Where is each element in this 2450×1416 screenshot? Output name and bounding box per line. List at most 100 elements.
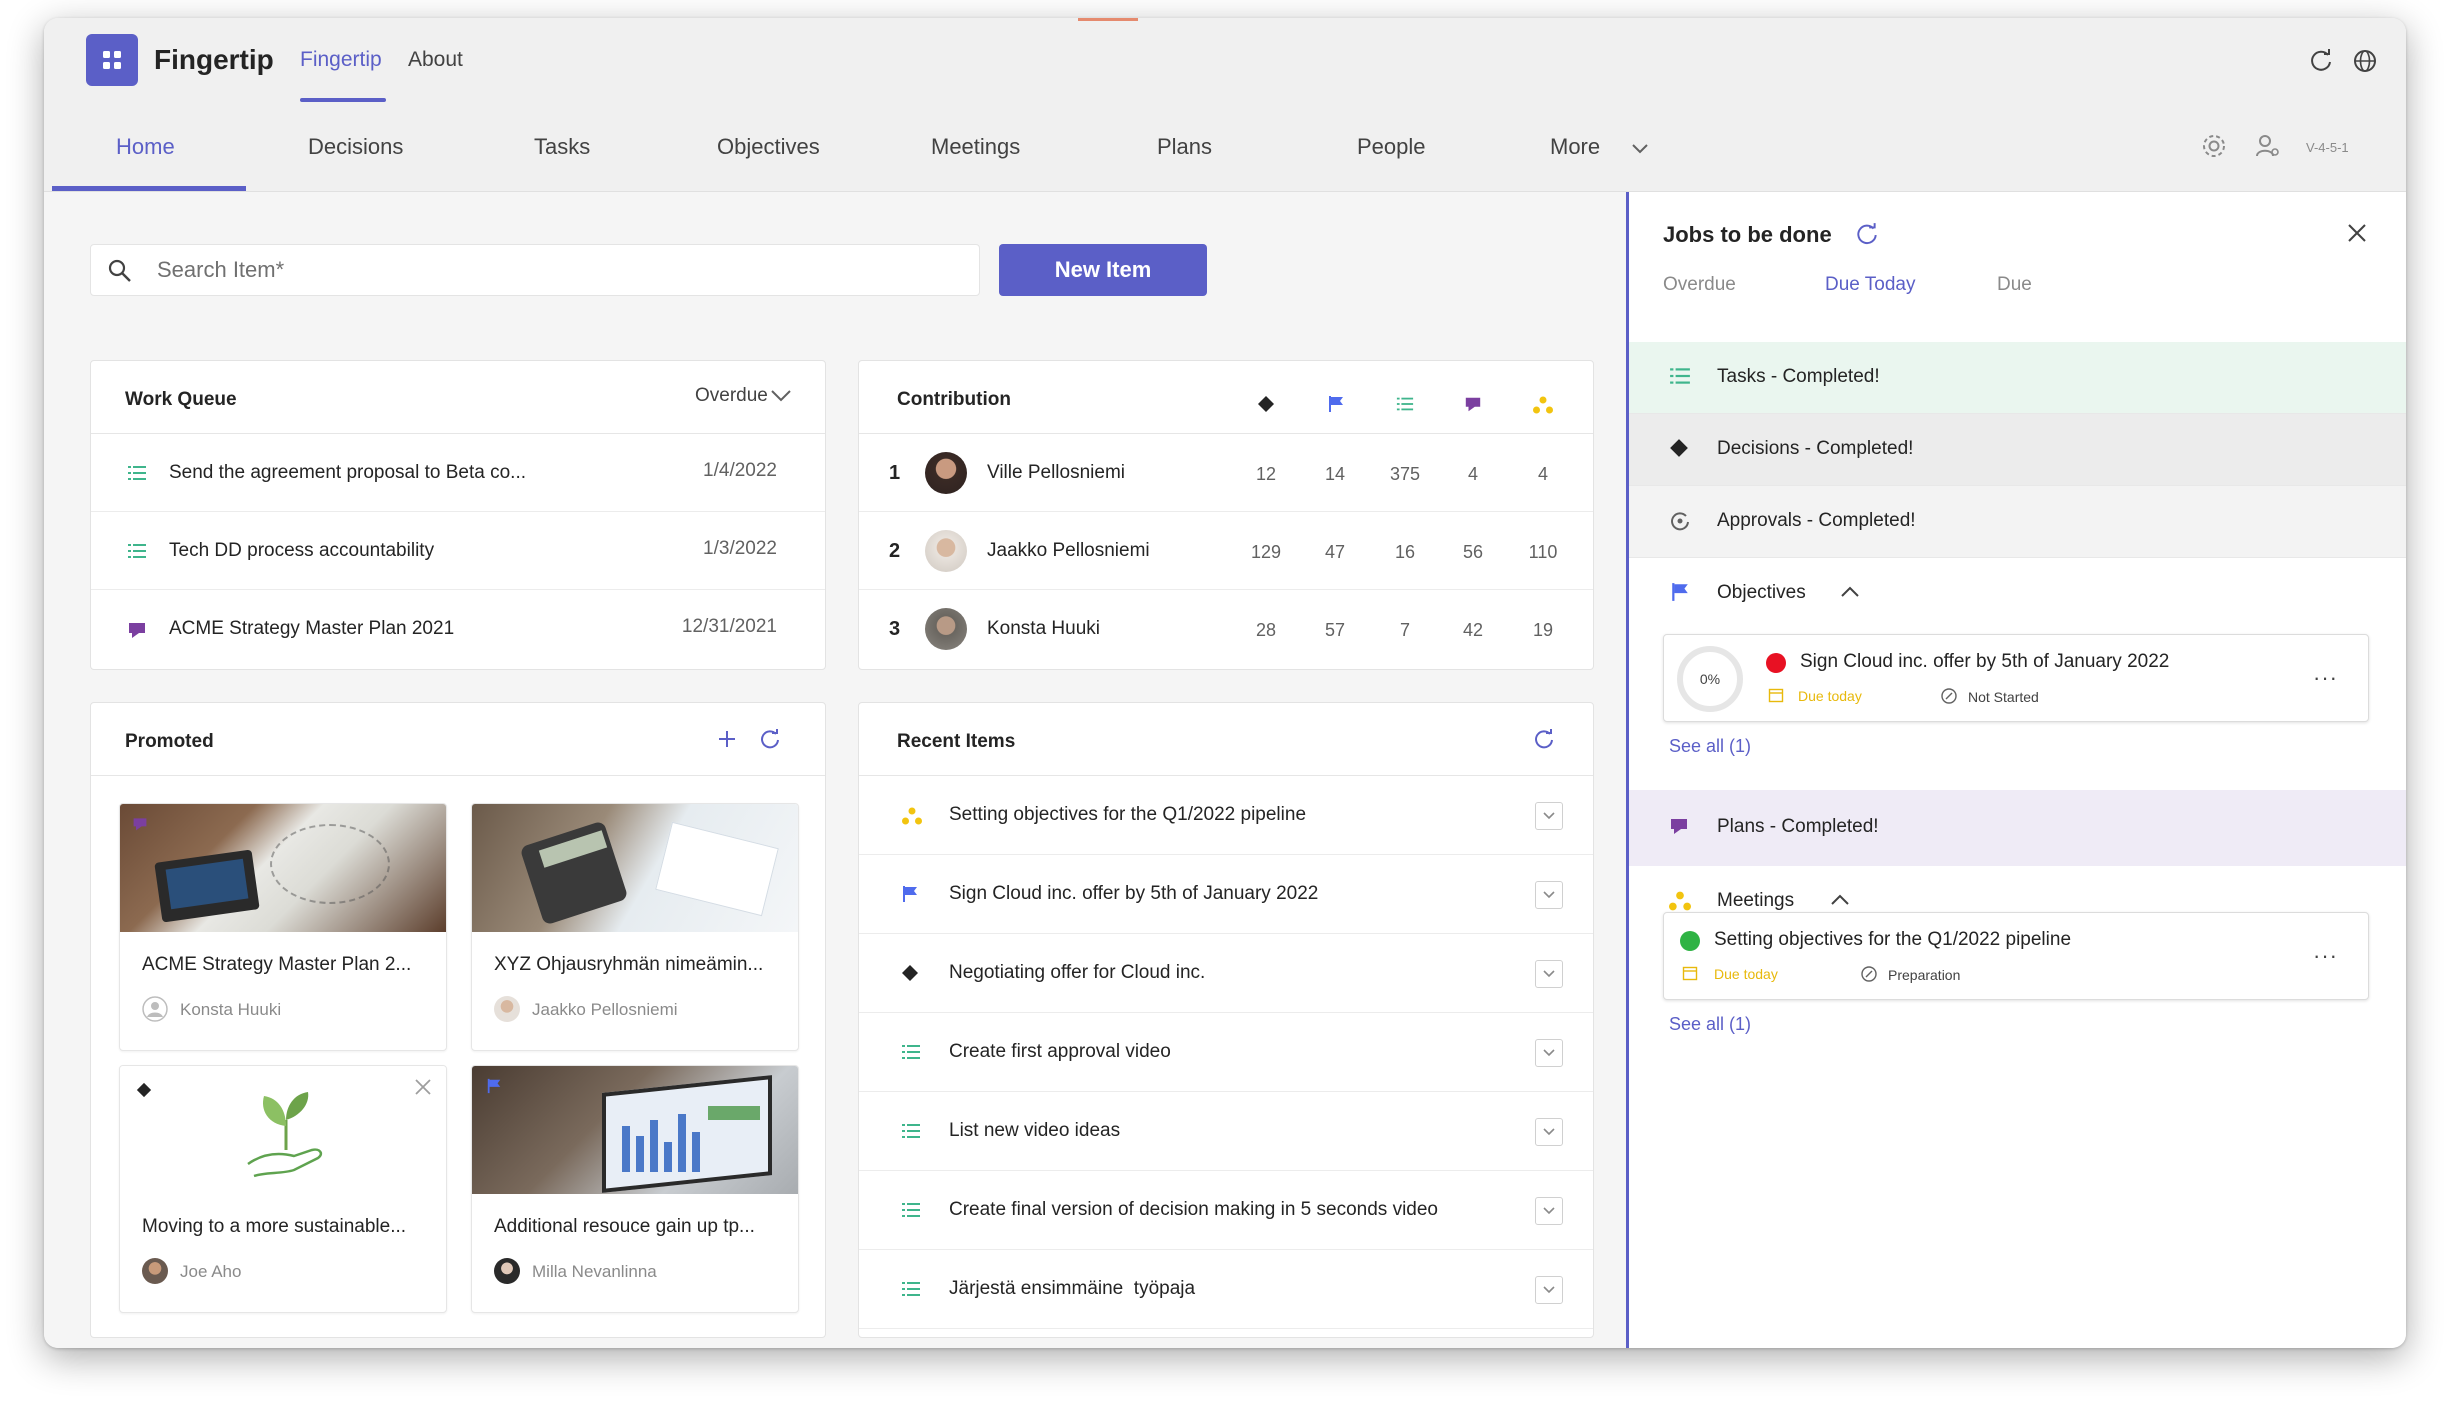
tab-objectives[interactable]: Objectives	[717, 134, 820, 160]
objectives-label: Objectives	[1717, 582, 1806, 603]
more-options-icon[interactable]: ···	[2313, 665, 2338, 691]
chevron-up-icon[interactable]	[1839, 584, 1861, 600]
expand-button[interactable]	[1535, 1197, 1563, 1225]
task-icon	[902, 1203, 920, 1217]
promoted-card: Promoted ACME Strategy Master Plan 2...	[90, 702, 826, 1338]
contribution-value: 42	[1462, 620, 1484, 640]
promoted-tile[interactable]: XYZ Ohjausryhmän nimeämin... Jaakko Pell…	[471, 803, 799, 1051]
chevron-down-icon[interactable]	[769, 387, 793, 405]
contribution-value: 28	[1255, 620, 1277, 640]
contribution-row[interactable]: 2 Jaakko Pellosniemi 129 47 16 56 110	[859, 512, 1593, 590]
recent-item-row[interactable]: Create final version of decision making …	[859, 1171, 1593, 1250]
tab-overdue[interactable]: Overdue	[1663, 274, 1736, 296]
meetings-label: Meetings	[1717, 890, 1795, 911]
refresh-icon[interactable]	[1855, 222, 1879, 246]
contribution-row[interactable]: 3 Konsta Huuki 28 57 7 42 19	[859, 590, 1593, 668]
tab-more[interactable]: More	[1550, 134, 1600, 160]
apptab-about[interactable]: About	[408, 48, 463, 72]
search-box	[90, 244, 980, 296]
task-icon	[1670, 368, 1690, 384]
version-label: V-4-5-1	[2306, 140, 2349, 155]
tasks-completed-row[interactable]: Tasks - Completed!	[1629, 342, 2406, 414]
approval-icon	[1671, 512, 1689, 531]
chevron-down-icon	[1543, 1286, 1555, 1294]
recent-item-row[interactable]: Järjestä ensimmäine työpaja	[859, 1250, 1593, 1329]
globe-icon[interactable]	[2350, 46, 2380, 76]
expand-button[interactable]	[1535, 802, 1563, 830]
plans-completed-row[interactable]: Plans - Completed!	[1629, 790, 2406, 866]
new-item-button[interactable]: New Item	[999, 244, 1207, 296]
user-settings-icon[interactable]	[2254, 132, 2282, 160]
recent-item-row[interactable]: List new video ideas	[859, 1092, 1593, 1171]
expand-button[interactable]	[1535, 1118, 1563, 1146]
app-window: Fingertip Fingertip About Home Decisions…	[44, 18, 2406, 1348]
promoted-tile-title: ACME Strategy Master Plan 2...	[142, 954, 412, 975]
promoted-tile[interactable]: Moving to a more sustainable... Joe Aho	[119, 1065, 447, 1313]
recent-item-row[interactable]: Setting objectives for the Q1/2022 pipel…	[859, 776, 1593, 855]
tab-meetings[interactable]: Meetings	[931, 134, 1020, 160]
expand-button[interactable]	[1535, 1276, 1563, 1304]
expand-button[interactable]	[1535, 881, 1563, 909]
avatar	[925, 530, 967, 572]
status-icon	[1941, 688, 1957, 704]
promoted-tile[interactable]: Additional resouce gain up tp... Milla N…	[471, 1065, 799, 1313]
meeting-card[interactable]: Setting objectives for the Q1/2022 pipel…	[1663, 912, 2369, 1000]
tab-home[interactable]: Home	[116, 134, 175, 160]
flag-icon	[487, 1078, 501, 1094]
more-options-icon[interactable]: ···	[2313, 943, 2338, 969]
objective-card[interactable]: 0% Sign Cloud inc. offer by 5th of Janua…	[1663, 634, 2369, 722]
work-queue-row[interactable]: ACME Strategy Master Plan 2021 12/31/202…	[91, 590, 825, 668]
apptab-fingertip[interactable]: Fingertip	[300, 48, 382, 72]
promoted-tile-title: Moving to a more sustainable...	[142, 1216, 407, 1237]
tab-decisions[interactable]: Decisions	[308, 134, 403, 160]
meeting-icon	[902, 807, 922, 825]
gear-icon[interactable]	[2200, 132, 2228, 160]
decision-icon	[902, 965, 918, 981]
add-icon[interactable]	[717, 729, 737, 749]
contribution-name: Konsta Huuki	[987, 618, 1101, 639]
chevron-down-icon[interactable]	[1630, 142, 1650, 156]
recent-item-text: Järjestä ensimmäine työpaja	[949, 1278, 1196, 1299]
refresh-icon[interactable]	[1533, 728, 1555, 750]
search-input[interactable]	[157, 245, 957, 295]
plans-completed-label: Plans - Completed!	[1717, 816, 1879, 837]
promoted-tile-title: Additional resouce gain up tp...	[494, 1216, 755, 1237]
chevron-up-icon[interactable]	[1829, 892, 1851, 908]
decision-icon	[1670, 439, 1688, 457]
objective-title: Sign Cloud inc. offer by 5th of January …	[1800, 651, 2170, 672]
recent-item-row[interactable]: Create first approval video	[859, 1013, 1593, 1092]
work-queue-row[interactable]: Tech DD process accountability 1/3/2022	[91, 512, 825, 590]
contribution-name: Jaakko Pellosniemi	[987, 540, 1150, 561]
work-queue-filter[interactable]: Overdue	[695, 385, 768, 407]
recent-item-row[interactable]: Sign Cloud inc. offer by 5th of January …	[859, 855, 1593, 934]
tab-due-today[interactable]: Due Today	[1825, 274, 1916, 296]
expand-button[interactable]	[1535, 1039, 1563, 1067]
expand-button[interactable]	[1535, 960, 1563, 988]
decisions-completed-label: Decisions - Completed!	[1717, 438, 1914, 459]
decisions-completed-row[interactable]: Decisions - Completed!	[1629, 414, 2406, 486]
contribution-value: 56	[1462, 542, 1484, 562]
tab-due[interactable]: Due	[1997, 274, 2032, 296]
objectives-section-header[interactable]: Objectives	[1629, 560, 2406, 624]
refresh-icon[interactable]	[2306, 46, 2336, 76]
promoted-tile-author: Milla Nevanlinna	[532, 1262, 657, 1281]
contribution-row[interactable]: 1 Ville Pellosniemi 12 14 375 4 4	[859, 434, 1593, 512]
plant-hand-icon	[247, 1092, 323, 1178]
recent-item-row[interactable]: Negotiating offer for Cloud inc.	[859, 934, 1593, 1013]
close-icon[interactable]	[414, 1078, 432, 1096]
promoted-tile[interactable]: ACME Strategy Master Plan 2... Konsta Hu…	[119, 803, 447, 1051]
tab-people[interactable]: People	[1357, 134, 1426, 160]
contribution-value: 19	[1532, 620, 1554, 640]
approvals-completed-row[interactable]: Approvals - Completed!	[1629, 486, 2406, 558]
see-all-objectives-link[interactable]: See all (1)	[1669, 736, 1751, 757]
tab-tasks[interactable]: Tasks	[534, 134, 590, 160]
work-queue-row[interactable]: Send the agreement proposal to Beta co..…	[91, 434, 825, 512]
tab-plans[interactable]: Plans	[1157, 134, 1212, 160]
refresh-icon[interactable]	[759, 728, 781, 750]
avatar	[925, 452, 967, 494]
see-all-meetings-link[interactable]: See all (1)	[1669, 1014, 1751, 1035]
jobs-panel: Jobs to be done Overdue Due Today Due Ta…	[1626, 192, 2406, 1348]
close-icon[interactable]	[2346, 222, 2368, 244]
meeting-title: Setting objectives for the Q1/2022 pipel…	[1714, 929, 2072, 950]
plan-icon	[129, 623, 145, 638]
